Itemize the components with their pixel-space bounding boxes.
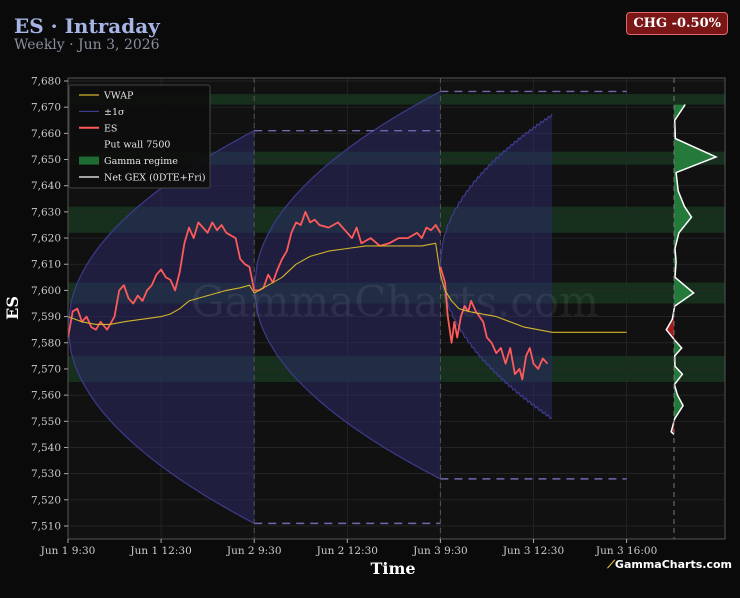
x-tick-label: Jun 1 12:30: [129, 545, 191, 557]
y-tick-label: 7,530: [31, 468, 61, 480]
y-tick-label: 7,550: [31, 416, 61, 428]
y-tick-label: 7,580: [31, 337, 61, 349]
legend-swatch-4: [79, 156, 99, 165]
legend-label-3: Put wall 7500: [104, 140, 170, 151]
legend-label-4: Gamma regime: [104, 156, 178, 167]
y-tick-label: 7,610: [31, 259, 61, 271]
spark-icon: ⟋: [607, 558, 615, 571]
legend: VWAP ±1σ ES Put wall 7500 Gamma regime Net GE…: [68, 84, 211, 189]
x-tick-label: Jun 3 16:00: [595, 545, 657, 557]
x-tick-label: Jun 3 9:30: [412, 545, 468, 557]
y-tick-label: 7,540: [31, 442, 61, 454]
legend-label-0: VWAP: [103, 91, 134, 102]
y-tick-label: 7,510: [31, 521, 61, 533]
intraday-chart: GammaCharts.com 7,510 7,520 7,530 7,540 7,550…: [3, 76, 726, 578]
x-tick-label: Jun 2 12:30: [316, 545, 378, 557]
y-tick-label: 7,630: [31, 206, 61, 218]
y-tick-label: 7,650: [31, 154, 61, 166]
y-tick-label: 7,640: [31, 180, 61, 192]
y-tick-label: 7,570: [31, 363, 61, 375]
brand-name: GammaCharts.com: [614, 558, 732, 571]
watermark: GammaCharts.com: [191, 277, 599, 326]
y-tick-label: 7,560: [31, 390, 61, 402]
legend-label-5: Net GEX (0DTE+Fri): [104, 173, 206, 184]
y-tick-label: 7,590: [31, 311, 61, 323]
x-tick-label: Jun 3 12:30: [502, 545, 564, 557]
legend-label-1: ±1σ: [104, 107, 125, 118]
brand-logo: ⟋GammaCharts.com: [607, 558, 732, 572]
y-axis-label: ES: [3, 296, 22, 320]
y-tick-label: 7,680: [31, 76, 61, 88]
x-tick-label: Jun 1 9:30: [40, 545, 96, 557]
y-tick-label: 7,660: [31, 128, 61, 140]
y-tick-label: 7,520: [31, 494, 61, 506]
legend-label-2: ES: [104, 123, 117, 134]
y-tick-label: 7,620: [31, 233, 61, 245]
y-tick-label: 7,600: [31, 285, 61, 297]
y-tick-label: 7,670: [31, 102, 61, 114]
x-tick-label: Jun 2 9:30: [226, 545, 282, 557]
x-axis-label: Time: [370, 559, 415, 578]
